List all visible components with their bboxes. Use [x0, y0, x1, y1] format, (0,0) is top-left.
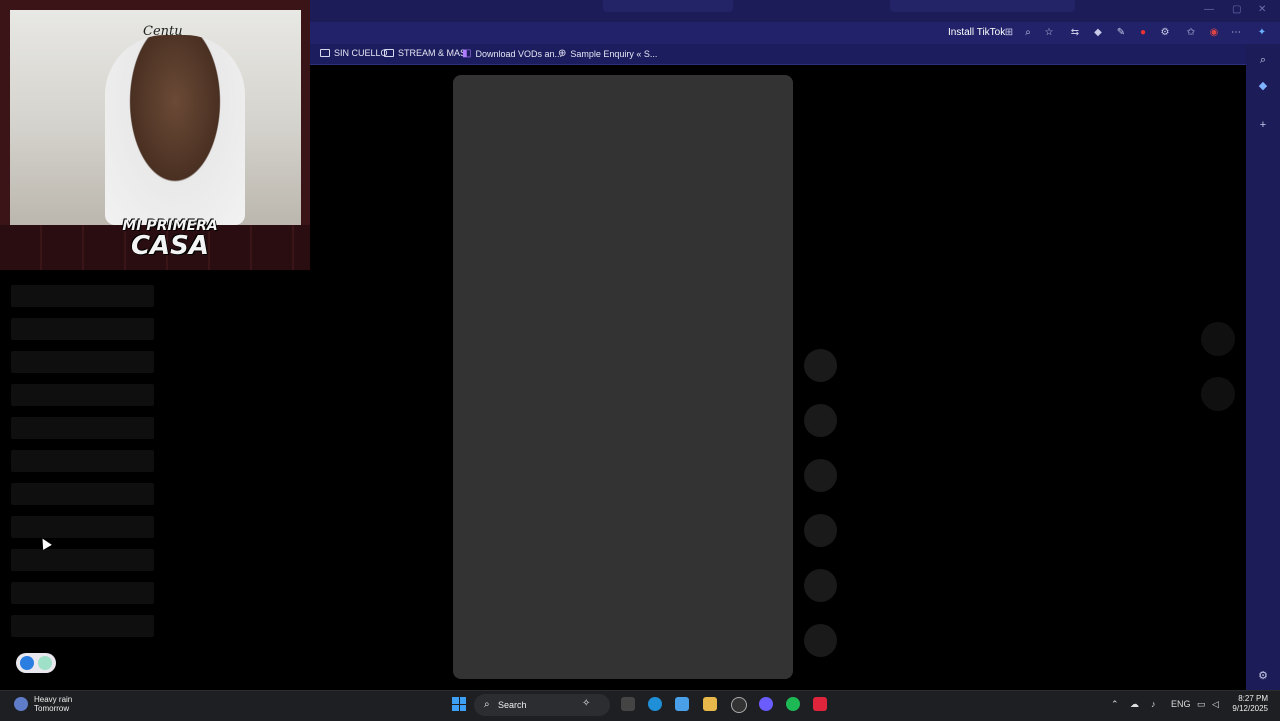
sidebar-skeleton-item: [11, 483, 154, 505]
weather-widget[interactable]: Heavy rain Tomorrow: [14, 695, 72, 713]
language-indicator[interactable]: ENG: [1171, 699, 1191, 709]
power-icon: [38, 656, 52, 670]
taskbar-search[interactable]: ⌕ Search ✧: [474, 694, 610, 716]
sidebar-skeleton-item: [11, 318, 154, 340]
extensions-puzzle-icon[interactable]: ⚙: [1159, 27, 1171, 39]
streamer-image: [105, 35, 245, 225]
file-explorer-icon[interactable]: [703, 697, 717, 711]
clock-date: 9/12/2025: [1232, 704, 1268, 713]
bookmark-label: STREAM & MAS: [398, 48, 467, 58]
bookmark-label: SIN CUELLO: [334, 48, 388, 58]
browser-sidebar: [1246, 44, 1280, 690]
folder-icon: [384, 49, 394, 57]
shopping-tag-icon[interactable]: ◆: [1256, 79, 1270, 93]
edge-icon[interactable]: [648, 697, 662, 711]
windows-start-icon[interactable]: [452, 697, 466, 711]
globe-icon: ⊕: [558, 48, 567, 59]
pen-icon[interactable]: ✎: [1115, 27, 1127, 39]
bookmark-download-vods[interactable]: ◧ Download VODs an...: [462, 48, 562, 59]
clock-time: 8:27 PM: [1238, 694, 1268, 703]
onedrive-icon[interactable]: ☁: [1130, 699, 1139, 710]
previous-video-button[interactable]: [1201, 322, 1235, 356]
video-placeholder[interactable]: [453, 75, 793, 679]
bookmark-sin-cuello[interactable]: SIN CUELLO: [320, 48, 388, 58]
microphone-icon[interactable]: ♪: [1151, 699, 1156, 709]
folder-icon: [320, 49, 330, 57]
search-icon: ⌕: [484, 699, 490, 710]
webcam-overlay: Centu MI PRIMERA CASA: [0, 0, 310, 270]
weather-when: Tomorrow: [34, 704, 70, 713]
app-toggle-pill[interactable]: [16, 653, 56, 673]
weather-condition: Heavy rain: [34, 695, 73, 704]
bookmark-site-icon: ◧: [462, 48, 472, 59]
search-label: Search: [498, 700, 527, 710]
logo-line-2: CASA: [130, 231, 210, 261]
close-icon[interactable]: ✕: [1258, 4, 1266, 15]
extension-red-icon[interactable]: ●: [1137, 27, 1149, 39]
more-options-icon[interactable]: ⋯: [1230, 27, 1242, 39]
sidebar-skeleton-item: [11, 384, 154, 406]
copilot-search-icon: ✧: [582, 698, 591, 709]
settings-gear-icon[interactable]: ⚙: [1256, 669, 1270, 683]
sidebar-skeleton-item: [11, 549, 154, 571]
sidebar-skeleton-item: [11, 417, 154, 439]
copilot-app-icon[interactable]: [675, 697, 689, 711]
sidebar-skeleton-item: [11, 615, 154, 637]
cap-text: Centu: [143, 24, 183, 39]
action-button-placeholder[interactable]: [804, 349, 837, 382]
action-button-placeholder[interactable]: [804, 404, 837, 437]
webcam-logo-text: MI PRIMERA CASA: [110, 218, 230, 261]
action-button-placeholder[interactable]: [804, 514, 837, 547]
windows-taskbar: [0, 690, 1280, 721]
obs-icon[interactable]: [731, 697, 747, 713]
streaming-app-icon[interactable]: [813, 697, 827, 711]
zoom-icon[interactable]: ⌕: [1022, 27, 1034, 39]
tray-overflow-icon[interactable]: ⌃: [1111, 699, 1119, 710]
profile-avatar-icon[interactable]: ◉: [1208, 27, 1220, 39]
extension-diamond-icon[interactable]: ◆: [1092, 27, 1104, 39]
app-icon: [20, 656, 34, 670]
browser-tab[interactable]: [603, 0, 733, 12]
sidebar-skeleton-item: [11, 516, 154, 538]
discord-icon[interactable]: [759, 697, 773, 711]
mouse-cursor: [38, 536, 52, 550]
bookmark-label: Download VODs an...: [475, 48, 562, 59]
sidebar-skeleton-item: [11, 351, 154, 373]
clock[interactable]: 8:27 PM 9/12/2025: [1232, 694, 1268, 714]
install-app-label[interactable]: Install TikTok: [948, 27, 1005, 38]
bookmark-label: Sample Enquiry « S...: [570, 48, 658, 59]
maximize-icon[interactable]: ▢: [1232, 4, 1241, 15]
extension-icon[interactable]: ⇆: [1069, 27, 1081, 39]
favorites-icon[interactable]: ✩: [1185, 27, 1197, 39]
task-view-icon[interactable]: [621, 697, 635, 711]
copilot-icon[interactable]: ✦: [1256, 27, 1268, 39]
volume-icon[interactable]: ◁: [1212, 699, 1219, 710]
browser-tab[interactable]: [890, 0, 1075, 12]
webcam-feed: Centu: [10, 10, 301, 225]
action-button-placeholder[interactable]: [804, 569, 837, 602]
next-video-button[interactable]: [1201, 377, 1235, 411]
weather-icon: [14, 697, 28, 711]
add-icon[interactable]: +: [1256, 118, 1270, 132]
action-button-placeholder[interactable]: [804, 624, 837, 657]
sidebar-skeleton-item: [11, 285, 154, 307]
favorite-star-icon[interactable]: ☆: [1043, 27, 1055, 39]
bookmark-stream-mas[interactable]: STREAM & MAS: [384, 48, 466, 58]
sidebar-skeleton-item: [11, 450, 154, 472]
bookmark-sample-enquiry[interactable]: ⊕ Sample Enquiry « S...: [558, 48, 657, 59]
install-app-icon[interactable]: ⊞: [1003, 27, 1015, 39]
network-icon[interactable]: ▭: [1197, 699, 1206, 710]
spotify-icon[interactable]: [786, 697, 800, 711]
minimize-icon[interactable]: —: [1204, 4, 1214, 15]
action-button-placeholder[interactable]: [804, 459, 837, 492]
sidebar-skeleton-item: [11, 582, 154, 604]
search-icon[interactable]: ⌕: [1256, 53, 1270, 67]
